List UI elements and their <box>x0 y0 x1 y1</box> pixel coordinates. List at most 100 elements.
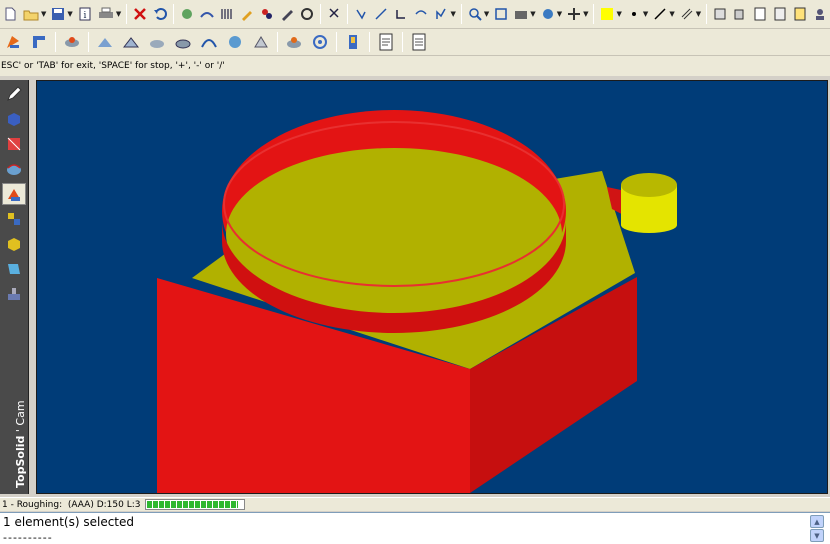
doc-icon[interactable] <box>752 5 768 23</box>
open-folder-icon[interactable] <box>22 5 40 23</box>
save-dropdown-icon[interactable]: ▼ <box>67 10 72 18</box>
help-icon[interactable] <box>792 5 808 23</box>
surface-icon[interactable] <box>2 158 26 180</box>
new-file-icon[interactable] <box>2 5 18 23</box>
info-icon[interactable]: i <box>77 5 93 23</box>
draft-icon[interactable] <box>2 233 26 255</box>
part-icon[interactable] <box>2 31 24 53</box>
circle-icon[interactable] <box>309 31 331 53</box>
print-icon[interactable] <box>97 5 115 23</box>
separator <box>173 4 175 24</box>
gear-icon[interactable] <box>283 31 305 53</box>
separator <box>55 32 56 52</box>
pencil-icon[interactable] <box>2 83 26 105</box>
check-tool-icon[interactable] <box>413 5 429 23</box>
edit-icon[interactable] <box>279 5 295 23</box>
cam-toolbar <box>0 29 830 56</box>
hatch-icon[interactable] <box>679 5 695 23</box>
layer-icon[interactable] <box>712 5 728 23</box>
scroll-up-icon[interactable]: ▲ <box>810 515 824 528</box>
command-hint: ESC' or 'TAB' for exit, 'SPACE' for stop… <box>0 56 830 76</box>
print-dropdown-icon[interactable]: ▼ <box>116 10 121 18</box>
settings-icon[interactable] <box>299 5 315 23</box>
paint-icon[interactable] <box>259 5 275 23</box>
nc-report-icon[interactable] <box>408 31 430 53</box>
face-icon[interactable] <box>172 31 194 53</box>
svg-text:i: i <box>83 11 86 21</box>
copy-icon[interactable] <box>732 5 748 23</box>
sketch-icon[interactable] <box>2 133 26 155</box>
user-icon[interactable] <box>812 5 828 23</box>
select-icon[interactable] <box>326 5 342 23</box>
brand-label: TopSolid ' Cam <box>3 368 27 488</box>
operation-details: (AAA) D:150 L:3 <box>67 499 141 510</box>
solid-icon[interactable] <box>2 108 26 130</box>
sweep-icon[interactable] <box>199 5 215 23</box>
measure-icon[interactable] <box>373 5 389 23</box>
doc2-icon[interactable] <box>772 5 788 23</box>
separator <box>402 32 403 52</box>
fit-icon[interactable] <box>493 5 509 23</box>
ball-icon[interactable] <box>224 31 246 53</box>
message-area[interactable]: 1 element(s) selected ---------- ▲ ▼ <box>0 512 830 544</box>
color-dropdown-icon[interactable]: ▼ <box>617 10 622 18</box>
3d-viewport[interactable] <box>36 80 828 494</box>
wheel-icon[interactable] <box>250 31 272 53</box>
line-dropdown-icon[interactable]: ▼ <box>669 10 674 18</box>
contour-icon[interactable] <box>94 31 116 53</box>
separator <box>347 4 349 24</box>
drill-icon[interactable] <box>146 31 168 53</box>
module-sidebar: TopSolid ' Cam <box>0 80 29 494</box>
operation-label: 1 - Roughing: <box>2 499 63 510</box>
mill-op-icon[interactable] <box>61 31 83 53</box>
camera-icon[interactable] <box>513 5 529 23</box>
ruler-icon[interactable] <box>219 5 235 23</box>
3d-scene[interactable] <box>37 81 827 493</box>
separator <box>320 4 322 24</box>
pocket-icon[interactable] <box>120 31 142 53</box>
line-icon[interactable] <box>652 5 668 23</box>
camera-dropdown-icon[interactable]: ▼ <box>530 10 535 18</box>
save-icon[interactable] <box>50 5 66 23</box>
open-dropdown-icon[interactable]: ▼ <box>41 10 46 18</box>
separator <box>369 32 370 52</box>
separator <box>336 32 337 52</box>
sheet-icon[interactable] <box>2 258 26 280</box>
pan-dropdown-icon[interactable]: ▼ <box>583 10 588 18</box>
main-toolbar: ▼ ▼ i ▼ ▼ ▼ ▼ ▼ ▼ ▼ ▼ ▼ ▼ <box>0 0 830 29</box>
color-swatch-icon[interactable] <box>599 5 615 23</box>
zoom-icon[interactable] <box>467 5 483 23</box>
brand-module: Cam <box>14 400 27 426</box>
assembly-icon[interactable] <box>2 208 26 230</box>
rotate-icon[interactable] <box>540 5 556 23</box>
rotate-dropdown-icon[interactable]: ▼ <box>557 10 562 18</box>
brush-icon[interactable] <box>239 5 255 23</box>
progress-fill <box>146 501 238 508</box>
delete-icon[interactable] <box>132 5 148 23</box>
message-scrollbar[interactable]: ▲ ▼ <box>810 515 824 543</box>
cylinder-top[interactable] <box>621 173 677 197</box>
brand-separator: ' <box>14 429 27 433</box>
tool-dropdown-icon[interactable]: ▼ <box>450 10 455 18</box>
hook-icon[interactable] <box>393 5 409 23</box>
zoom-dropdown-icon[interactable]: ▼ <box>484 10 489 18</box>
nc-file-icon[interactable] <box>375 31 397 53</box>
tool-path-icon[interactable] <box>198 31 220 53</box>
hatch-dropdown-icon[interactable]: ▼ <box>696 10 701 18</box>
pan-tool-icon[interactable] <box>433 5 449 23</box>
status-bar: 1 - Roughing: (AAA) D:150 L:3 <box>0 497 830 511</box>
pan-icon[interactable] <box>566 5 582 23</box>
tool-holder-icon[interactable] <box>342 31 364 53</box>
message-line: ---------- <box>3 531 53 544</box>
dot-icon[interactable] <box>626 5 642 23</box>
dot-dropdown-icon[interactable]: ▼ <box>643 10 648 18</box>
refresh-icon[interactable] <box>179 5 195 23</box>
undo-icon[interactable] <box>152 5 168 23</box>
scroll-down-icon[interactable]: ▼ <box>810 529 824 542</box>
cam-icon[interactable] <box>2 183 26 205</box>
separator <box>706 4 708 24</box>
cut-icon[interactable] <box>28 31 50 53</box>
snap-icon[interactable] <box>353 5 369 23</box>
machine-icon[interactable] <box>2 283 26 305</box>
brand-name: TopSolid <box>14 435 27 488</box>
